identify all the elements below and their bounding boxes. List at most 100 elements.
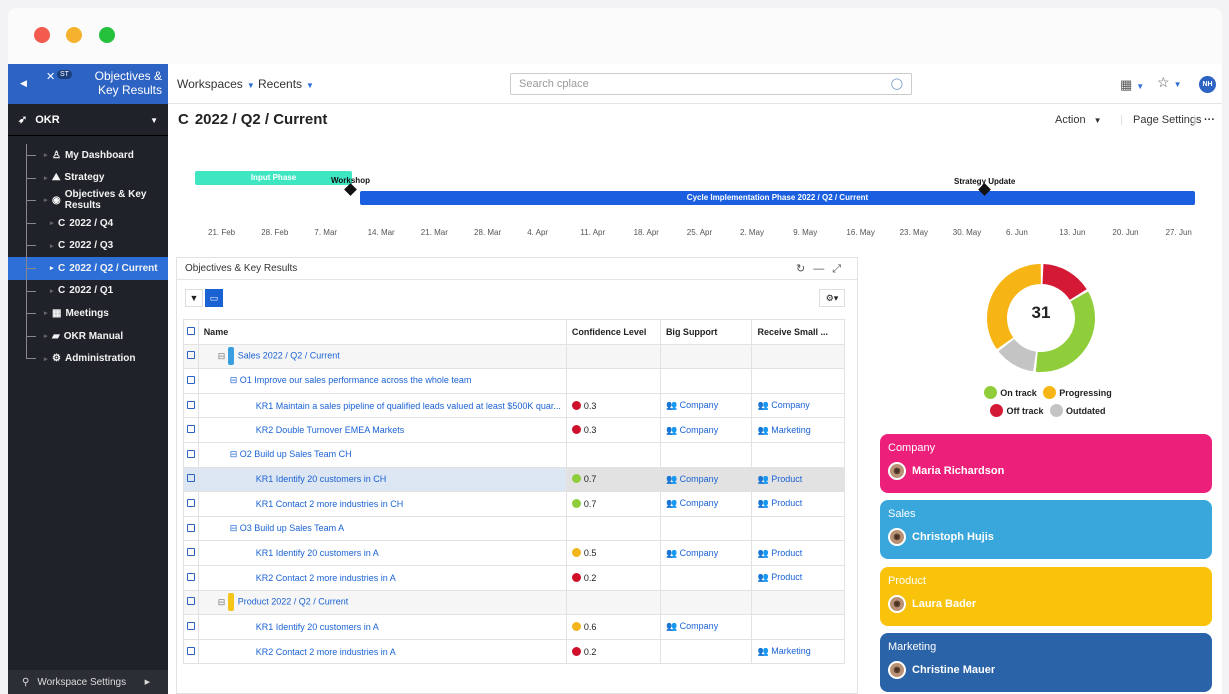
table-row[interactable]: ⊟ O1 Improve our sales performance acros… xyxy=(183,368,845,394)
key-result-link[interactable]: KR1 Identify 20 customers in A xyxy=(256,622,379,632)
key-result-link[interactable]: KR2 Contact 2 more industries in A xyxy=(256,647,396,657)
legend-outdated[interactable]: Outdated xyxy=(1050,404,1106,417)
team-tag[interactable]: 👥 Product xyxy=(757,498,802,508)
sidebar-item[interactable]: ▸ ▰ OKR Manual xyxy=(8,324,168,348)
star-icon[interactable]: ☆ ▼ xyxy=(1157,74,1181,91)
settings-gear-icon[interactable]: ⚙▾ xyxy=(819,289,845,307)
sidebar-item[interactable]: ▸ ▦ Meetings xyxy=(8,302,168,325)
column-header-confidence[interactable]: Confidence Level xyxy=(565,319,661,345)
search-input[interactable]: Search cplace ◯ xyxy=(510,73,912,95)
table-row[interactable]: ⊟ O3 Build up Sales Team A xyxy=(183,515,845,542)
table-row[interactable]: ⊟ Sales 2022 / Q2 / Current xyxy=(183,343,845,370)
expand-arrow-icon[interactable]: ▸ xyxy=(50,219,54,227)
select-all-checkbox[interactable] xyxy=(183,319,199,345)
expand-arrow-icon[interactable]: ▸ xyxy=(44,309,48,317)
collapse-icon[interactable]: ⊟ xyxy=(218,597,226,607)
more-options-button[interactable]: ··· xyxy=(1204,114,1215,126)
key-result-link[interactable]: KR1 Identify 20 customers in CH xyxy=(256,474,387,484)
table-row[interactable]: KR1 Identify 20 customers in CH 0.7 👥 Comp… xyxy=(183,466,845,493)
recents-menu[interactable]: Recents ▼ xyxy=(258,77,314,91)
table-view-icon[interactable]: ▭ xyxy=(205,289,223,307)
row-checkbox[interactable] xyxy=(183,417,199,443)
table-row[interactable]: KR1 Identify 20 customers in A 0.5 👥 Compa… xyxy=(183,540,845,566)
key-result-link[interactable]: KR2 Double Turnover EMEA Markets xyxy=(256,425,405,435)
minimize-icon[interactable]: — xyxy=(813,263,832,275)
team-tag[interactable]: 👥 Product xyxy=(757,572,802,582)
legend-progressing[interactable]: Progressing xyxy=(1043,386,1112,399)
table-row[interactable]: KR1 Contact 2 more industries in CH 0.7 👥 … xyxy=(183,491,845,517)
collapse-icon[interactable]: ⊟ xyxy=(230,523,238,533)
sidebar-item[interactable]: ▸ C 2022 / Q4 xyxy=(8,211,168,235)
team-card-product[interactable]: Product ◉ Laura Bader xyxy=(880,567,1212,626)
team-card-marketing[interactable]: Marketing ◉ Christine Mauer xyxy=(880,633,1212,692)
expand-arrow-icon[interactable]: ▸ xyxy=(50,287,54,295)
workspace-brand[interactable]: ◀ ✕ ST Objectives & Key Results xyxy=(8,64,168,104)
collapse-icon[interactable]: ⊟ xyxy=(230,375,238,385)
workspace-settings[interactable]: ⚲ Workspace Settings ▶ xyxy=(8,670,168,694)
collapse-icon[interactable]: ⊟ xyxy=(230,449,238,459)
legend-on-track[interactable]: On track xyxy=(984,386,1037,399)
table-row[interactable]: ⊟ Product 2022 / Q2 / Current xyxy=(183,589,845,616)
row-checkbox[interactable] xyxy=(183,466,199,493)
team-card-sales[interactable]: Sales ◉ Christoph Hujis xyxy=(880,500,1212,559)
team-tag[interactable]: 👥 Company xyxy=(666,474,718,484)
minimize-window-icon[interactable] xyxy=(66,27,82,43)
expand-arrow-icon[interactable]: ▸ xyxy=(44,174,48,182)
objective-link[interactable]: O2 Build up Sales Team CH xyxy=(240,449,352,459)
collapse-icon[interactable]: ⊟ xyxy=(218,351,226,361)
table-row[interactable]: ⊟ O2 Build up Sales Team CH xyxy=(183,441,845,468)
team-tag[interactable]: 👥 Company xyxy=(666,425,718,435)
key-result-link[interactable]: KR1 Identify 20 customers in A xyxy=(256,548,379,558)
input-phase-bar[interactable]: Input Phase xyxy=(195,171,352,185)
group-link[interactable]: Product 2022 / Q2 / Current xyxy=(238,597,349,607)
team-tag[interactable]: 👥 Company xyxy=(757,400,809,410)
workspaces-menu[interactable]: Workspaces ▼ xyxy=(177,77,255,91)
table-row[interactable]: KR1 Maintain a sales pipeline of qualifi… xyxy=(183,392,845,419)
expand-arrow-icon[interactable]: ▸ xyxy=(44,196,48,204)
table-row[interactable]: KR2 Contact 2 more industries in A 0.2 👥 P… xyxy=(183,564,845,591)
expand-arrow-icon[interactable]: ▸ xyxy=(44,151,48,159)
column-header-receive-small[interactable]: Receive Small ... xyxy=(751,319,845,345)
team-tag[interactable]: 👥 Product xyxy=(757,548,802,558)
row-checkbox[interactable] xyxy=(183,540,199,566)
row-checkbox[interactable] xyxy=(183,564,199,591)
expand-arrow-icon[interactable]: ▸ xyxy=(44,355,48,363)
group-link[interactable]: Sales 2022 / Q2 / Current xyxy=(238,351,340,361)
refresh-icon[interactable]: ↻ xyxy=(796,263,813,275)
close-window-icon[interactable] xyxy=(34,27,50,43)
row-checkbox[interactable] xyxy=(183,392,199,419)
team-tag[interactable]: 👥 Marketing xyxy=(757,646,810,656)
back-arrow-icon[interactable]: ◀ xyxy=(20,78,27,89)
row-checkbox[interactable] xyxy=(183,343,199,370)
filter-icon[interactable]: ▼ xyxy=(185,289,203,307)
grid-menu-icon[interactable]: ▦ ▼ xyxy=(1120,77,1144,93)
maximize-window-icon[interactable] xyxy=(99,27,115,43)
donut-segment-off-track[interactable] xyxy=(1042,264,1087,300)
implementation-phase-bar[interactable]: Cycle Implementation Phase 2022 / Q2 / C… xyxy=(360,191,1195,205)
team-tag[interactable]: 👥 Marketing xyxy=(757,425,810,435)
sidebar-item[interactable]: ▸ ♙ My Dashboard xyxy=(8,144,168,167)
column-header-name[interactable]: Name xyxy=(197,319,567,345)
legend-off-track[interactable]: Off track xyxy=(990,404,1044,417)
sidebar-item[interactable]: ▸ C 2022 / Q1 xyxy=(8,279,168,303)
expand-arrow-icon[interactable]: ▸ xyxy=(44,332,48,340)
key-result-link[interactable]: KR2 Contact 2 more industries in A xyxy=(256,573,396,583)
sidebar-item[interactable]: ▸ ◉ Objectives & Key Results xyxy=(8,189,168,212)
expand-arrow-icon[interactable]: ▸ xyxy=(50,264,54,272)
objective-link[interactable]: O1 Improve our sales performance across … xyxy=(240,375,472,385)
table-row[interactable]: KR2 Double Turnover EMEA Markets 0.3 👥 Com… xyxy=(183,417,845,443)
page-settings-button[interactable]: Page Settings xyxy=(1133,114,1202,126)
section-okr[interactable]: ➶ OKR ▼ xyxy=(8,104,168,136)
sidebar-item[interactable]: ▸ C 2022 / Q2 / Current xyxy=(8,256,168,280)
objective-link[interactable]: O3 Build up Sales Team A xyxy=(240,523,344,533)
table-row[interactable]: KR1 Identify 20 customers in A 0.6 👥 Compa… xyxy=(183,614,845,640)
expand-icon[interactable]: ⤢ xyxy=(832,263,849,275)
team-card-company[interactable]: Company ◉ Maria Richardson xyxy=(880,434,1212,493)
row-checkbox[interactable] xyxy=(183,441,199,468)
action-menu[interactable]: Action ▼ xyxy=(1055,114,1102,126)
sidebar-item[interactable]: ▸ ⚙ Administration xyxy=(8,347,168,370)
search-icon[interactable]: ◯ xyxy=(891,74,903,94)
key-result-link[interactable]: KR1 Contact 2 more industries in CH xyxy=(256,499,404,509)
sidebar-item[interactable]: ▸ ⛰ Strategy xyxy=(8,166,168,190)
row-checkbox[interactable] xyxy=(183,589,199,616)
